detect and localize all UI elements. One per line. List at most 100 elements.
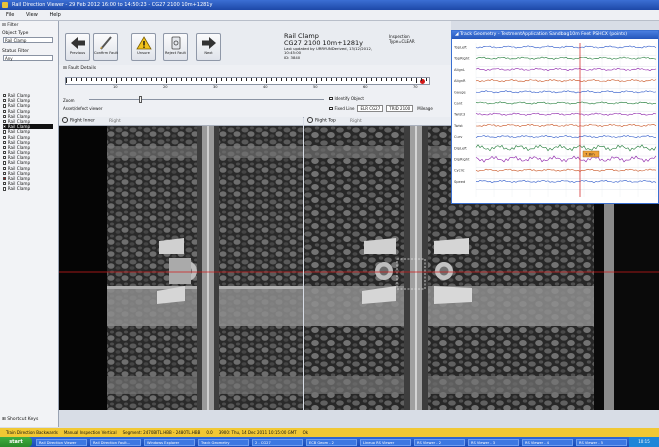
fault-checkbox[interactable] — [3, 94, 7, 98]
taskbar-item[interactable]: RS Viewer - 2 — [414, 438, 465, 446]
record-id: ID: 3840 — [284, 54, 301, 60]
channel-label: AlignL — [454, 68, 465, 72]
ruler-tick — [396, 78, 397, 81]
ruler-tick — [241, 78, 242, 81]
ruler-tick — [401, 78, 402, 81]
ruler-tick — [291, 78, 292, 81]
gear-icon[interactable] — [62, 117, 68, 123]
taskbar-item[interactable]: Rail Direction Fault... — [90, 438, 141, 446]
elr-field[interactable]: ELR CG27 — [357, 105, 384, 112]
fault-checkbox[interactable] — [3, 151, 7, 155]
ruler-tick — [406, 78, 407, 81]
taskbar-item[interactable]: Rail Direction Viewer — [36, 438, 87, 446]
start-button[interactable]: start — [0, 437, 32, 447]
menu-file[interactable]: File — [6, 12, 14, 18]
ruler-tick — [376, 78, 377, 81]
object-type-label: Object Type — [2, 31, 29, 36]
geometry-plot[interactable]: TopLeft TopRight AlignL AlignR Gauge Cant Twis… — [452, 39, 658, 203]
ruler-tick — [221, 78, 222, 81]
fault-checkbox[interactable] — [3, 104, 7, 108]
zoom-slider-thumb[interactable] — [139, 96, 142, 103]
status-field: 3900: Thu, 14 Dec 2011 10:15:00 GMT — [218, 430, 297, 435]
ruler-label: 70 — [413, 85, 418, 89]
menu-help[interactable]: Help — [49, 12, 60, 18]
taskbar-item[interactable]: Windows Explorer — [144, 438, 195, 446]
gear-icon[interactable] — [307, 117, 313, 123]
taskbar-item[interactable]: RS Viewer - 3 — [468, 438, 519, 446]
zoom-label: Zoom — [63, 98, 75, 103]
taskbar-item[interactable]: ECB Geom - 2 — [306, 438, 357, 446]
ruler-tick — [91, 78, 92, 81]
pencil-icon — [99, 36, 112, 50]
fault-checkbox[interactable] — [3, 140, 7, 144]
reject-fault-button[interactable]: Reject Fault — [163, 33, 188, 61]
taskbar-item[interactable]: Lineuo RS Viewer — [360, 438, 411, 446]
previous-button[interactable]: Previous — [65, 33, 90, 61]
fault-checkbox[interactable] — [3, 187, 7, 191]
track-geometry-window[interactable]: ◢ Track Geometry - TestmentApplication S… — [451, 30, 659, 204]
channel-label: Speed — [454, 180, 465, 184]
warning-icon — [135, 36, 152, 50]
channel-label: DipLeft — [454, 146, 467, 150]
ruler-tick — [186, 78, 187, 81]
fault-details-header[interactable]: ⊟ Fault Details — [63, 66, 96, 71]
ruler-tick — [371, 78, 372, 81]
zoom-slider-track[interactable] — [89, 99, 324, 100]
fault-checkbox[interactable] — [3, 177, 7, 181]
confirm-fault-button[interactable]: Confirm Fault — [93, 33, 118, 61]
ruler-tick — [156, 78, 157, 81]
trid-field[interactable]: TRID 2100 — [386, 105, 414, 112]
window-titlebar[interactable]: Rail Direction Viewer - 29 Feb 2012 16:0… — [0, 0, 659, 10]
next-button[interactable]: Next — [196, 33, 221, 61]
ruler-tick — [361, 78, 362, 81]
taskbar-item[interactable]: Track Geometry — [198, 438, 249, 446]
fault-checkbox[interactable] — [3, 114, 7, 118]
arrow-right-icon — [201, 37, 216, 49]
fault-checkbox[interactable] — [3, 156, 7, 160]
taskbar-item[interactable]: RS Viewer - 5 — [576, 438, 627, 446]
channel-label: AlignR — [454, 79, 466, 83]
ruler-tick — [76, 78, 77, 81]
identify-object-checkbox[interactable]: Identify Object — [329, 96, 364, 101]
position-ruler[interactable] — [65, 77, 430, 85]
taskbar-item[interactable]: 2 - CG27 — [252, 438, 303, 446]
fault-checkbox[interactable] — [3, 171, 7, 175]
left-track-image[interactable] — [59, 126, 303, 410]
ruler-tick — [266, 78, 267, 83]
fixed-line-checkbox[interactable]: Fixed Line ELR CG27 TRID 2100 Mileage — [329, 105, 433, 112]
geometry-titlebar[interactable]: ◢ Track Geometry - TestmentApplication S… — [452, 31, 658, 39]
menu-view[interactable]: View — [26, 12, 38, 18]
ruler-tick — [296, 78, 297, 81]
status-filter-select[interactable]: Any — [3, 55, 53, 61]
channel-label: Curv — [454, 135, 463, 139]
ruler-tick — [131, 78, 132, 81]
object-type-select[interactable]: Rail Clamp — [3, 37, 53, 43]
ruler-tick — [311, 78, 312, 81]
unsure-button[interactable]: Unsure — [131, 33, 156, 61]
ruler-tick — [176, 78, 177, 81]
ruler-tick — [306, 78, 307, 81]
list-item[interactable]: Rail Clamp — [3, 186, 53, 191]
right-camera-select[interactable]: Right — [350, 119, 362, 124]
fault-checkbox[interactable] — [3, 99, 7, 103]
shortcut-keys-toggle[interactable]: ⊞ Shortcut Keys — [2, 417, 38, 422]
ruler-tick — [111, 78, 112, 81]
ruler-tick — [356, 78, 357, 81]
fault-checkbox[interactable] — [3, 125, 7, 129]
left-camera-select[interactable]: Right — [109, 119, 121, 124]
fault-checkbox[interactable] — [3, 119, 7, 124]
fault-checkbox[interactable] — [3, 182, 7, 186]
filter-header[interactable]: ⊟ Filter — [2, 23, 18, 28]
taskbar-item[interactable]: RS Viewer - 4 — [522, 438, 573, 446]
fault-checkbox[interactable] — [3, 161, 7, 165]
ruler-tick — [416, 78, 417, 83]
fault-checkbox[interactable] — [3, 145, 7, 150]
ruler-tick — [101, 78, 102, 81]
ruler-tick — [351, 78, 352, 81]
asset-viewer-label: Asset/defect viewer — [63, 106, 103, 111]
fault-checkbox[interactable] — [3, 166, 7, 170]
fault-checkbox[interactable] — [3, 130, 7, 134]
fault-checkbox[interactable] — [3, 135, 7, 139]
fault-list: Rail Clamp Rail Clamp Rail Clamp Rail Clamp… — [3, 93, 53, 192]
fault-checkbox[interactable] — [3, 109, 7, 113]
